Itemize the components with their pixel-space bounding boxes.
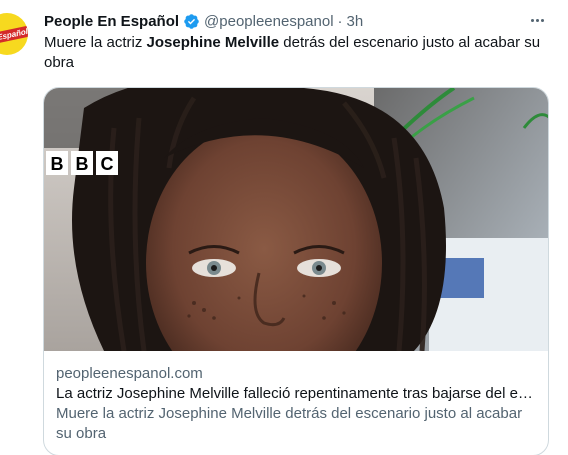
tweet-timestamp[interactable]: 3h xyxy=(347,13,364,30)
card-domain: peopleenespanol.com xyxy=(56,365,203,382)
author-avatar[interactable]: Español xyxy=(0,13,28,55)
tweet-text-start: Muere la actriz xyxy=(44,34,147,51)
more-dot xyxy=(535,18,539,22)
link-preview-card[interactable]: B B C peopleenespanol.com La actriz Jose… xyxy=(43,87,549,455)
card-meta: peopleenespanol.com La actriz Josephine … xyxy=(56,364,536,444)
tweet-text-bold-name: Josephine Melville xyxy=(146,34,280,51)
verified-badge-icon xyxy=(184,13,199,29)
bbc-logo: B B C xyxy=(46,151,118,175)
header-separator: · xyxy=(337,12,343,30)
card-photo: B B C xyxy=(44,88,548,351)
svg-text:C: C xyxy=(101,154,114,174)
card-title[interactable]: La actriz Josephine Melville falleció re… xyxy=(56,384,536,404)
more-dot xyxy=(540,18,544,22)
tweet-text: Muere la actriz Josephine Melville detrá… xyxy=(44,33,554,73)
more-options-icon[interactable] xyxy=(526,10,548,30)
avatar-logo: Español xyxy=(0,24,28,44)
author-name[interactable]: People En Español xyxy=(44,13,179,30)
svg-text:B: B xyxy=(76,154,89,174)
more-dot xyxy=(530,18,534,22)
card-description: Muere la actriz Josephine Melville detrá… xyxy=(56,405,523,442)
card-image[interactable]: B B C xyxy=(44,88,548,351)
tweet-header: People En Español @peopleenespanol · 3h xyxy=(44,11,568,31)
author-handle[interactable]: @peopleenespanol xyxy=(204,13,334,30)
svg-text:B: B xyxy=(51,154,64,174)
